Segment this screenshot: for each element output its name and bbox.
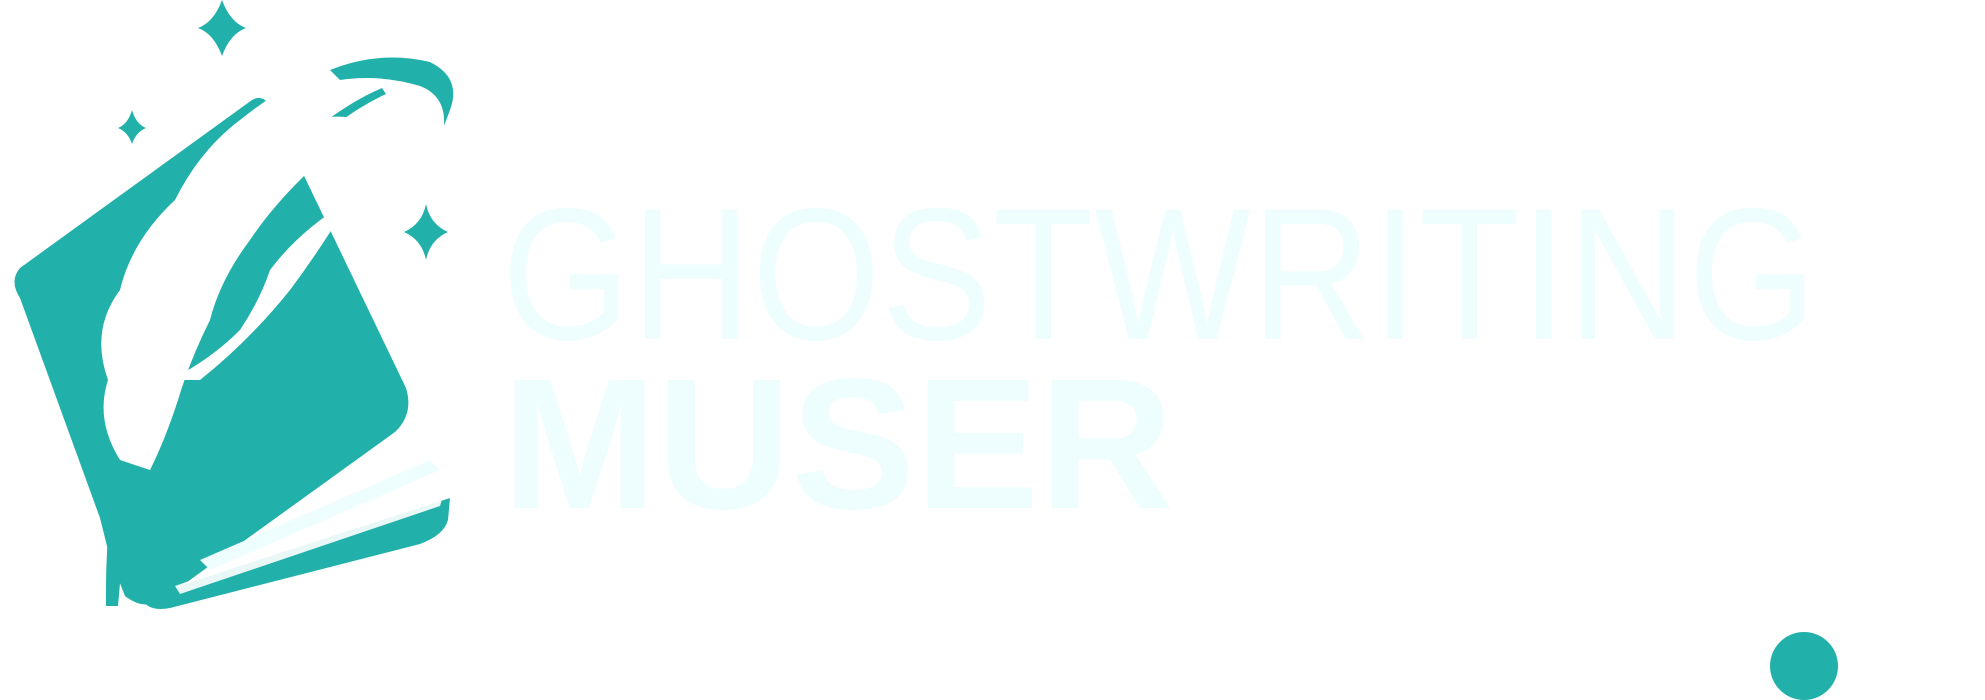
sparkle-icon <box>118 110 146 144</box>
wordmark: GHOSTWRITING MUSER <box>502 169 1985 700</box>
accent-dot <box>1770 632 1838 700</box>
logo: GHOSTWRITING MUSER <box>0 0 1985 700</box>
sparkle-icon <box>404 204 448 260</box>
brand-line-2: MUSER <box>502 341 1174 548</box>
brand-line-1: GHOSTWRITING <box>502 169 1818 379</box>
book-feather-emblem <box>14 0 454 609</box>
sparkle-icon <box>198 0 246 56</box>
